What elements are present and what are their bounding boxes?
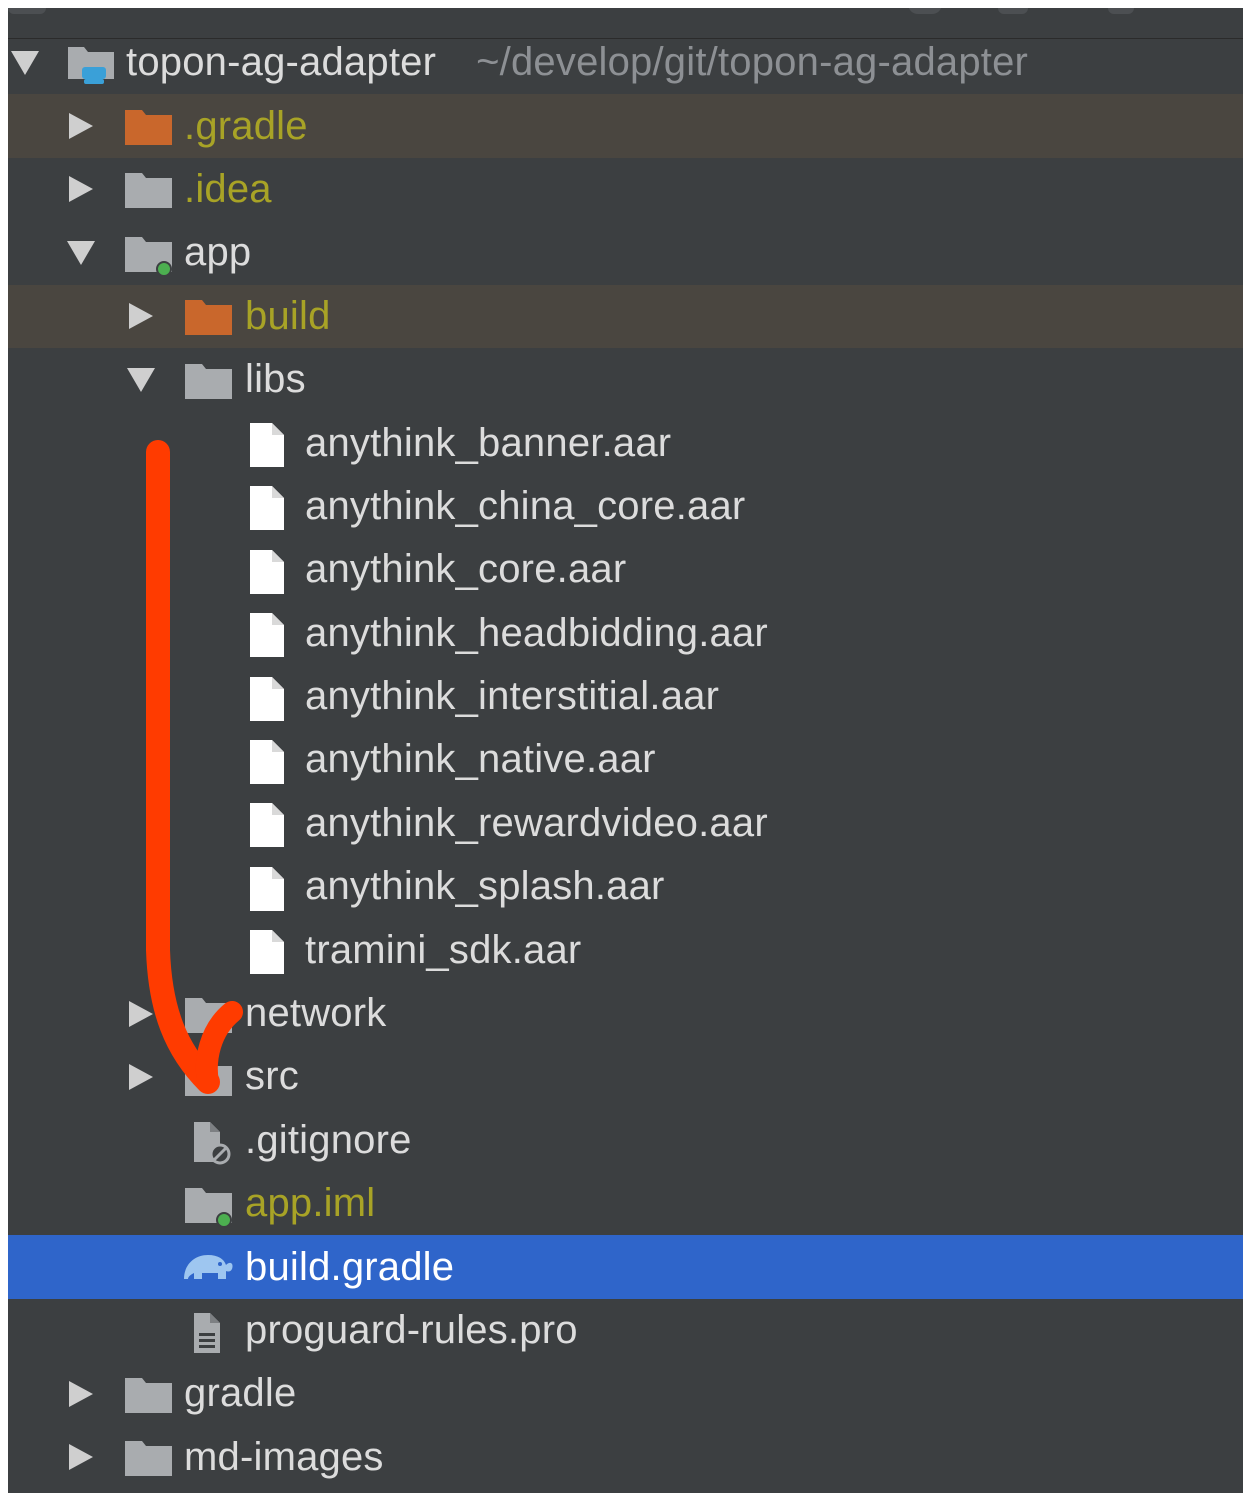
project-name-text: topon-ag-adapter: [126, 40, 437, 85]
chevron-right-icon[interactable]: [66, 106, 96, 146]
tree-item-label: anythink_banner.aar: [305, 420, 672, 465]
chevron-right-icon[interactable]: [126, 296, 156, 336]
chevron-down-icon[interactable]: [10, 43, 40, 83]
tree-item-gradle-dir[interactable]: .gradle: [8, 94, 1243, 158]
header-collapse-icon[interactable]: [998, 8, 1028, 14]
tree-item-label: build: [245, 293, 331, 338]
chevron-right-icon[interactable]: [126, 994, 156, 1034]
file-icon: [246, 865, 296, 911]
tree-item-file[interactable]: anythink_native.aar: [8, 728, 1243, 791]
folder-icon: [184, 358, 234, 402]
file-icon: [246, 611, 296, 658]
tree-item-file[interactable]: anythink_interstitial.aar: [8, 665, 1243, 728]
project-root-folder-icon: [66, 41, 116, 85]
gradle-elephant-icon: [180, 1245, 233, 1289]
tree-item-label: proguard-rules.pro: [245, 1308, 578, 1352]
file-icon: [246, 421, 296, 468]
tree-item-app-iml[interactable]: app.iml: [8, 1172, 1243, 1235]
folder-icon: [184, 992, 234, 1036]
text-file-icon: [188, 1309, 238, 1353]
tree-item-md-images[interactable]: md-images: [8, 1426, 1243, 1489]
header-settings-icon[interactable]: [908, 8, 942, 14]
tree-item-label: anythink_native.aar: [305, 737, 656, 782]
chevron-right-icon[interactable]: [126, 1057, 156, 1097]
gitignore-file-icon: [188, 1118, 238, 1165]
module-folder-icon: [124, 231, 174, 277]
tree-item-label: anythink_rewardvideo.aar: [305, 800, 768, 845]
tree-item-idea-dir[interactable]: .idea: [8, 158, 1243, 221]
tree-item-label: anythink_china_core.aar: [305, 483, 746, 528]
project-path: ~/develop/git/topon-ag-adapter: [476, 40, 1029, 85]
file-icon: [246, 548, 296, 594]
tree-item-label: gradle: [184, 1371, 297, 1416]
tree-item-build-gradle[interactable]: build.gradle: [8, 1235, 1243, 1299]
folder-excluded-icon: [124, 104, 174, 148]
tree-item-proguard[interactable]: proguard-rules.pro: [8, 1299, 1243, 1362]
project-tool-window: topon-ag-adapter ~/develop/git/topon-ag-a…: [8, 8, 1243, 1493]
folder-excluded-icon: [184, 294, 234, 338]
file-icon: [246, 484, 296, 531]
tree-item-label: .gradle: [184, 103, 308, 148]
file-icon: [246, 801, 296, 848]
tree-item-label: libs: [245, 357, 306, 402]
header-icon[interactable]: [8, 8, 46, 14]
chevron-down-icon[interactable]: [126, 360, 156, 400]
tree-item-label: network: [245, 991, 387, 1036]
tree-item-file[interactable]: anythink_headbidding.aar: [8, 602, 1243, 665]
folder-icon: [124, 167, 174, 211]
tree-item-label: app.iml: [245, 1181, 376, 1226]
file-icon: [246, 675, 296, 721]
tree-item-label: .idea: [184, 166, 272, 211]
project-name: topon-ag-adapter ~/develop/git/topon-ag-a…: [126, 40, 1028, 85]
tree-item-label: tramini_sdk.aar: [305, 927, 582, 972]
tree-item-src-dir[interactable]: src: [8, 1045, 1243, 1108]
folder-icon: [184, 1055, 234, 1099]
tree-item-label: anythink_headbidding.aar: [305, 610, 768, 655]
chevron-right-icon[interactable]: [66, 169, 96, 209]
tree-item-file[interactable]: tramini_sdk.aar: [8, 918, 1243, 981]
file-icon: [246, 738, 296, 784]
tree-item-label: build.gradle: [245, 1244, 455, 1289]
folder-icon: [124, 1435, 174, 1479]
tree-item-label: anythink_core.aar: [305, 547, 627, 592]
chevron-right-icon[interactable]: [66, 1437, 96, 1477]
file-icon: [246, 928, 296, 975]
module-file-icon: [184, 1182, 234, 1228]
tree-item-file[interactable]: anythink_splash.aar: [8, 855, 1243, 918]
tree-item-libs-dir[interactable]: libs: [8, 348, 1243, 411]
tree-item-gitignore[interactable]: .gitignore: [8, 1109, 1243, 1172]
tree-item-label: md-images: [184, 1434, 384, 1479]
tree-item-label: anythink_interstitial.aar: [305, 674, 720, 719]
tree-item-build-dir[interactable]: build: [8, 284, 1243, 348]
tree-item-file[interactable]: anythink_banner.aar: [8, 411, 1243, 474]
tree-item-label: .gitignore: [245, 1117, 412, 1162]
tree-root-row[interactable]: topon-ag-adapter ~/develop/git/topon-ag-a…: [8, 31, 1243, 94]
tree-item-gradle-folder[interactable]: gradle: [8, 1362, 1243, 1425]
tree-item-file[interactable]: anythink_core.aar: [8, 538, 1243, 601]
tree-item-label: anythink_splash.aar: [305, 864, 665, 909]
project-tree: topon-ag-adapter ~/develop/git/topon-ag-a…: [8, 40, 1243, 1489]
chevron-down-icon[interactable]: [66, 233, 96, 273]
tree-item-label: app: [184, 230, 252, 275]
folder-icon: [124, 1372, 174, 1416]
tree-item-network-dir[interactable]: network: [8, 982, 1243, 1045]
tree-item-label: src: [245, 1054, 299, 1099]
chevron-right-icon[interactable]: [66, 1374, 96, 1414]
tree-item-file[interactable]: anythink_china_core.aar: [8, 475, 1243, 538]
header-hide-icon[interactable]: [1108, 8, 1134, 14]
tree-item-app-module[interactable]: app: [8, 221, 1243, 284]
tree-item-file[interactable]: anythink_rewardvideo.aar: [8, 792, 1243, 855]
